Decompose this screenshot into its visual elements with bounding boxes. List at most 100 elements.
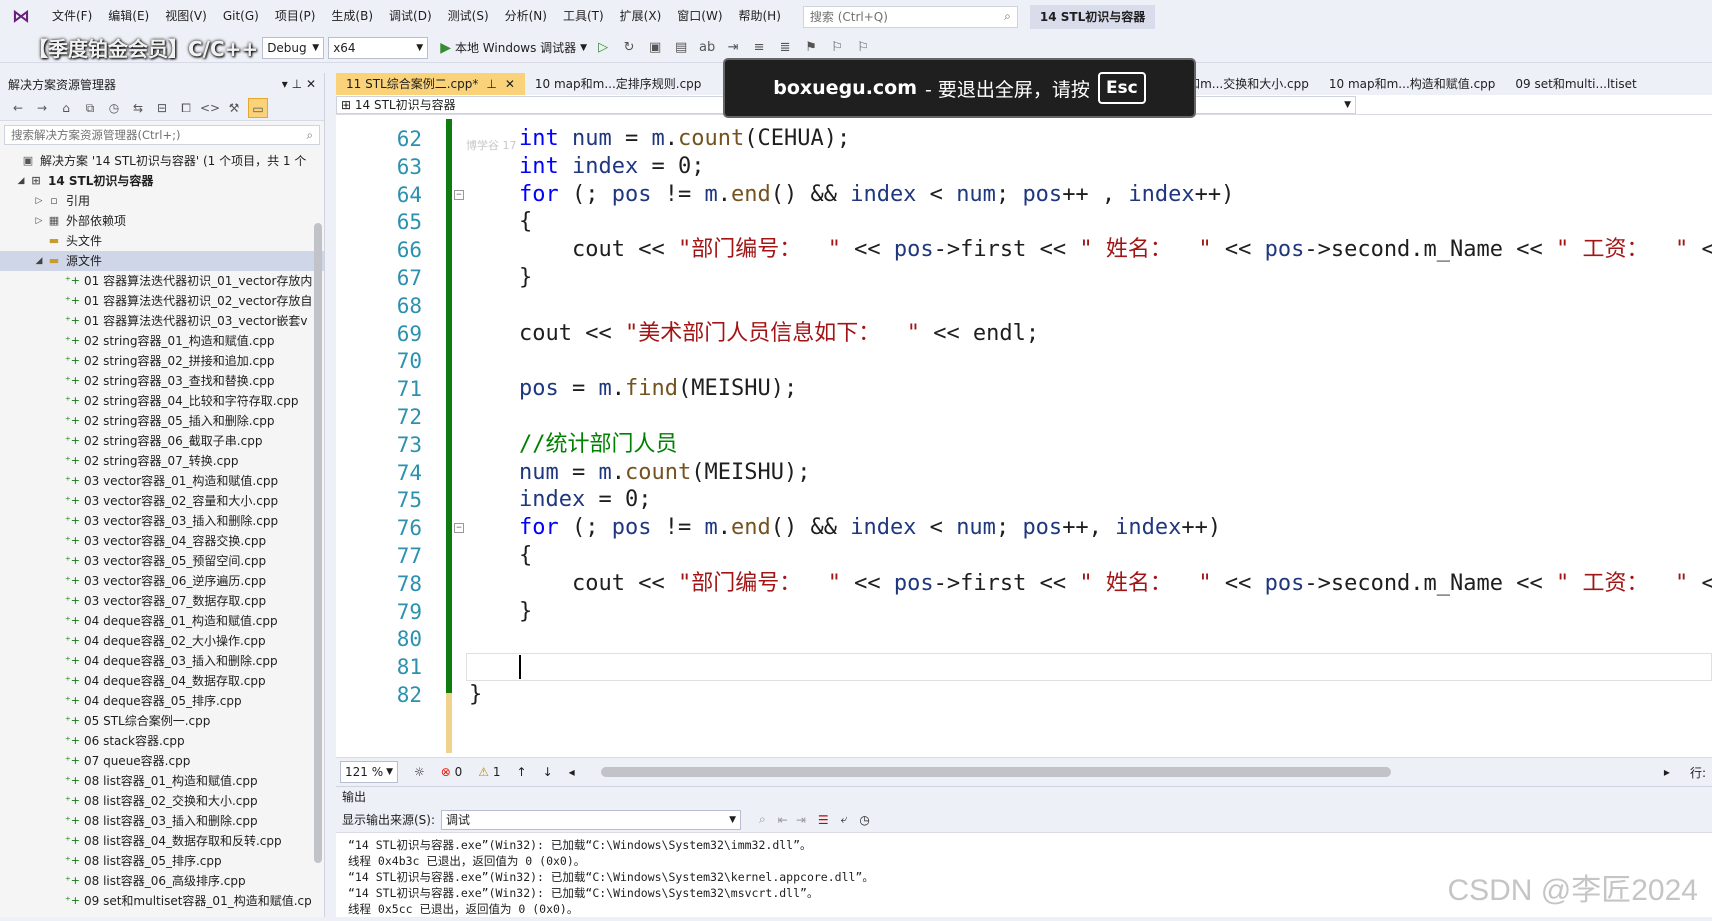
zoom-dropdown[interactable]: 121 % ▼	[340, 761, 398, 783]
menu-item[interactable]: 窗口(W)	[669, 0, 730, 33]
menu-item[interactable]: 编辑(E)	[100, 0, 157, 33]
show-all-files-icon[interactable]: ⧠	[176, 98, 196, 118]
code-area[interactable]: 博学谷 17 62 int num = m.count(CEHUA); 63 int …	[336, 119, 1712, 757]
source-file-item[interactable]: ⁺+ 01 容器算法迭代器初识_02_vector存放自	[0, 291, 324, 311]
visual-studio-logo-icon[interactable]: ⋈	[10, 6, 32, 28]
source-file-item[interactable]: ⁺+ 03 vector容器_07_数据存取.cpp	[0, 591, 324, 611]
source-file-item[interactable]: ⁺+ 02 string容器_01_构造和赋值.cpp	[0, 331, 324, 351]
bookmark-prev-icon[interactable]: ⚐	[827, 38, 847, 58]
menu-item[interactable]: 生成(B)	[323, 0, 381, 33]
start-without-debug-icon[interactable]: ▷	[593, 38, 613, 58]
source-file-item[interactable]: ⁺+ 03 vector容器_03_插入和删除.cpp	[0, 511, 324, 531]
source-file-item[interactable]: ⁺+ 09 set和multiset容器_01_构造和赋值.cp	[0, 891, 324, 911]
source-file-item[interactable]: ⁺+ 03 vector容器_04_容器交换.cpp	[0, 531, 324, 551]
source-file-item[interactable]: ⁺+ 02 string容器_06_截取子串.cpp	[0, 431, 324, 451]
source-file-item[interactable]: ⁺+ 03 vector容器_01_构造和赋值.cpp	[0, 471, 324, 491]
source-file-item[interactable]: ⁺+ 08 list容器_05_排序.cpp	[0, 851, 324, 871]
indent-icon[interactable]: ≡	[749, 38, 769, 58]
layout-icon[interactable]: ▤	[671, 38, 691, 58]
editor-tab[interactable]: 10 map和m...定排序规则.cpp	[525, 73, 712, 95]
source-file-item[interactable]: ⁺+ 04 deque容器_04_数据存取.cpp	[0, 671, 324, 691]
error-count[interactable]: ⊗ 0	[441, 765, 463, 779]
sidebar-scrollbar[interactable]	[314, 223, 322, 863]
scroll-left-icon[interactable]: ◂	[569, 765, 575, 779]
scroll-right-icon[interactable]: ▸	[1664, 765, 1670, 779]
menu-item[interactable]: Git(G)	[215, 0, 267, 33]
source-file-item[interactable]: ⁺+ 04 deque容器_02_大小操作.cpp	[0, 631, 324, 651]
find-message-icon[interactable]: ⌕	[759, 812, 766, 827]
code-icon[interactable]: <>	[200, 98, 220, 118]
source-file-item[interactable]: ⁺+ 04 deque容器_01_构造和赋值.cpp	[0, 611, 324, 631]
source-file-item[interactable]: ⁺+ 01 容器算法迭代器初识_03_vector嵌套v	[0, 311, 324, 331]
menu-item[interactable]: 文件(F)	[44, 0, 100, 33]
menu-item[interactable]: 项目(P)	[267, 0, 324, 33]
down-arrow-icon[interactable]: ↓	[543, 765, 553, 779]
close-icon[interactable]: ✕	[306, 77, 316, 91]
dropdown-icon[interactable]: ▾	[282, 77, 288, 91]
folder-icon[interactable]: ▣	[645, 38, 665, 58]
preview-icon[interactable]: ▭	[248, 97, 268, 118]
up-arrow-icon[interactable]: ↑	[517, 765, 527, 779]
clock-icon[interactable]: ◷	[859, 813, 869, 827]
collapse-all-icon[interactable]: ⊟	[152, 98, 172, 118]
wrench-icon[interactable]: ⚒	[224, 98, 244, 118]
bookmark-icon[interactable]: ⚑	[801, 38, 821, 58]
tree-folder-references[interactable]: ▷ ▫ 引用	[0, 191, 324, 211]
pin-icon[interactable]: ⊥	[292, 77, 302, 91]
fold-toggle-icon[interactable]: −	[454, 523, 464, 534]
menu-item[interactable]: 扩展(X)	[612, 0, 670, 33]
menu-item[interactable]: 测试(S)	[440, 0, 497, 33]
source-file-item[interactable]: ⁺+ 08 list容器_03_插入和删除.cpp	[0, 811, 324, 831]
config-dropdown[interactable]: Debug ▼	[262, 36, 325, 59]
source-file-item[interactable]: ⁺+ 08 list容器_01_构造和赋值.cpp	[0, 771, 324, 791]
horizontal-scrollbar[interactable]	[600, 767, 1391, 777]
back-icon[interactable]: ←	[8, 98, 28, 118]
editor-tab[interactable]: 10 map和m...构造和赋值.cpp	[1319, 73, 1506, 95]
hot-reload-icon[interactable]: ↻	[619, 38, 639, 58]
menu-item[interactable]: 工具(T)	[555, 0, 612, 33]
source-file-item[interactable]: ⁺+ 02 string容器_03_查找和替换.cpp	[0, 371, 324, 391]
source-file-item[interactable]: ⁺+ 08 list容器_02_交换和大小.cpp	[0, 791, 324, 811]
close-icon[interactable]: ✕	[505, 77, 515, 91]
editor-tab[interactable]: 11 STL综合案例二.cpp* ⊥ ✕	[336, 73, 525, 95]
step-icon[interactable]: ⇥	[723, 38, 743, 58]
source-file-item[interactable]: ⁺+ 02 string容器_05_插入和删除.cpp	[0, 411, 324, 431]
tree-solution[interactable]: ▣ 解决方案 '14 STL初识与容器' (1 个项目，共 1 个	[0, 151, 324, 171]
menu-item[interactable]: 分析(N)	[497, 0, 555, 33]
tree-project[interactable]: ◢ ⊞ 14 STL初识与容器	[0, 171, 324, 191]
clear-all-icon[interactable]: ☰	[818, 813, 829, 827]
tree-folder-external[interactable]: ▷ ▦ 外部依赖项	[0, 211, 324, 231]
source-file-item[interactable]: ⁺+ 02 string容器_02_拼接和追加.cpp	[0, 351, 324, 371]
run-debugger-button[interactable]: ▶ 本地 Windows 调试器 ▼	[440, 39, 587, 56]
source-file-item[interactable]: ⁺+ 02 string容器_07_转换.cpp	[0, 451, 324, 471]
source-file-item[interactable]: ⁺+ 03 vector容器_06_逆序遍历.cpp	[0, 571, 324, 591]
bookmark-next-icon[interactable]: ⚐	[853, 38, 873, 58]
tree-folder-headers[interactable]: ▬ 头文件	[0, 231, 324, 251]
platform-dropdown[interactable]: x64 ▼	[328, 36, 429, 59]
source-file-item[interactable]: ⁺+ 02 string容器_04_比较和字符存取.cpp	[0, 391, 324, 411]
pin-icon[interactable]: ⊥	[486, 77, 496, 91]
source-file-item[interactable]: ⁺+ 05 STL综合案例一.cpp	[0, 711, 324, 731]
source-file-item[interactable]: ⁺+ 08 list容器_06_高级排序.cpp	[0, 871, 324, 891]
warning-count[interactable]: ⚠ 1	[478, 765, 500, 779]
expanded-arrow-icon[interactable]: ◢	[14, 171, 28, 191]
switch-views-icon[interactable]: ⧉	[80, 98, 100, 118]
word-wrap-icon[interactable]: ⤶	[841, 812, 848, 827]
intellicode-icon[interactable]: ☼	[414, 765, 425, 779]
source-file-item[interactable]: ⁺+ 01 容器算法迭代器初识_01_vector存放内	[0, 271, 324, 291]
spellcheck-icon[interactable]: ab	[697, 38, 717, 58]
menu-item[interactable]: 调试(D)	[381, 0, 440, 33]
forward-icon[interactable]: →	[32, 98, 52, 118]
source-file-item[interactable]: ⁺+ 03 vector容器_05_预留空间.cpp	[0, 551, 324, 571]
solution-search-input[interactable]: 搜索解决方案资源管理器(Ctrl+;) ⌕	[4, 125, 320, 145]
prev-message-icon[interactable]: ⇤	[778, 813, 788, 827]
source-file-item[interactable]: ⁺+ 07 queue容器.cpp	[0, 751, 324, 771]
outdent-icon[interactable]: ≣	[775, 38, 795, 58]
menu-item[interactable]: 帮助(H)	[731, 0, 789, 33]
source-file-item[interactable]: ⁺+ 04 deque容器_03_插入和删除.cpp	[0, 651, 324, 671]
home-icon[interactable]: ⌂	[56, 98, 76, 118]
menu-item[interactable]: 视图(V)	[157, 0, 215, 33]
collapsed-arrow-icon[interactable]: ▷	[32, 211, 46, 231]
fold-toggle-icon[interactable]: −	[454, 189, 464, 200]
tree-folder-sources[interactable]: ◢ ▬ 源文件	[0, 251, 324, 271]
